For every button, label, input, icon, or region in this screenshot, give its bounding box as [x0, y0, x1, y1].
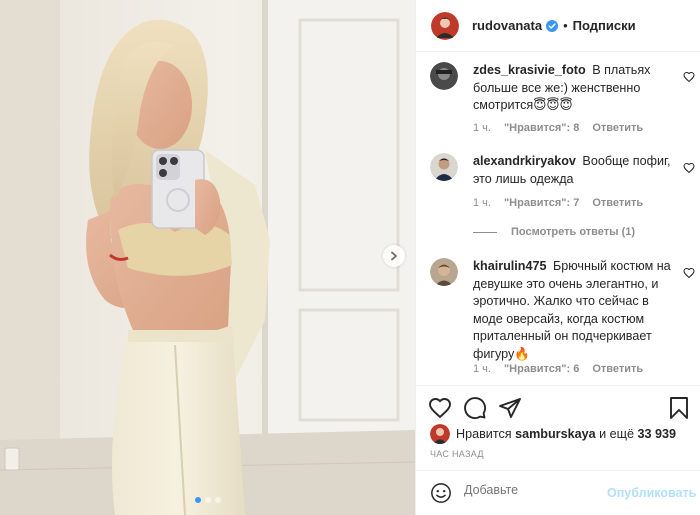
comment-icon[interactable]: [463, 396, 487, 420]
heart-icon[interactable]: [683, 71, 695, 83]
post-time: ЧАС НАЗАД: [430, 449, 484, 459]
comment-meta: 1 ч. "Нравится": 6 Ответить: [473, 363, 643, 375]
liker-avatar: [430, 424, 450, 444]
publish-button[interactable]: Опубликовать: [607, 486, 696, 500]
view-replies-label: Посмотреть ответы (1): [511, 226, 636, 238]
carousel-dot: [204, 497, 211, 503]
avatar-icon: [430, 424, 450, 444]
heart-icon[interactable]: [428, 396, 452, 420]
comment-time: 1 ч.: [473, 197, 491, 209]
comment-username[interactable]: zdes_krasivie_foto: [473, 63, 586, 77]
verified-badge-icon: [546, 19, 559, 32]
bookmark-icon[interactable]: [667, 396, 691, 420]
header-separator: •: [563, 18, 568, 33]
comment-likes[interactable]: "Нравится": 7: [504, 197, 579, 209]
post-header: rudovanata • Подписки: [416, 0, 700, 52]
avatar-icon: [430, 153, 458, 181]
reply-button[interactable]: Ответить: [592, 197, 643, 209]
avatar-icon: [430, 258, 458, 286]
instagram-post: rudovanata • Подписки zdes_krasivie_foto…: [0, 0, 700, 515]
view-replies-button[interactable]: Посмотреть ответы (1): [473, 226, 635, 238]
likes-count[interactable]: 33 939: [638, 427, 677, 441]
comment-text: Брючный костюм на девушке это очень элег…: [473, 259, 671, 361]
comment-composer: Опубликовать: [416, 470, 700, 515]
comment-meta: 1 ч. "Нравится": 8 Ответить: [473, 122, 643, 134]
likes-summary[interactable]: Нравится samburskaya и ещё 33 939: [430, 424, 676, 444]
comment-text-block: alexandrkiryakov Вообще пофиг, это лишь …: [473, 153, 678, 188]
comment-likes[interactable]: "Нравится": 8: [504, 122, 579, 134]
comment-text-block: zdes_krasivie_foto В платьях больше все …: [473, 62, 678, 115]
comment-username[interactable]: alexandrkiryakov: [473, 154, 576, 168]
comment-likes[interactable]: "Нравится": 6: [504, 363, 579, 375]
author-username[interactable]: rudovanata: [472, 18, 542, 33]
likes-middle: и ещё: [599, 427, 634, 441]
reply-button[interactable]: Ответить: [592, 363, 643, 375]
comment-username[interactable]: khairulin475: [473, 259, 547, 273]
carousel-indicator: [0, 497, 415, 503]
carousel-dot: [214, 497, 221, 503]
replies-divider: [473, 231, 497, 233]
liker-username[interactable]: samburskaya: [515, 427, 596, 441]
comment-time: 1 ч.: [473, 122, 491, 134]
post-side-panel: rudovanata • Подписки zdes_krasivie_foto…: [415, 0, 700, 515]
carousel-dot-active: [194, 497, 201, 503]
commenter-avatar[interactable]: [430, 62, 458, 90]
avatar-icon: [430, 62, 458, 90]
chevron-right-icon: [391, 251, 397, 261]
comment-meta: 1 ч. "Нравится": 7 Ответить: [473, 197, 643, 209]
next-photo-button[interactable]: [383, 245, 405, 267]
commenter-avatar[interactable]: [430, 153, 458, 181]
comment-text-block: khairulin475 Брючный костюм на девушке э…: [473, 258, 678, 363]
smiley-icon[interactable]: [430, 482, 452, 504]
reply-button[interactable]: Ответить: [592, 122, 643, 134]
comments-list[interactable]: zdes_krasivie_foto В платьях больше все …: [416, 52, 700, 385]
commenter-avatar[interactable]: [430, 258, 458, 286]
paper-plane-icon[interactable]: [498, 396, 522, 420]
comment-input[interactable]: [464, 483, 604, 497]
post-photo[interactable]: [0, 0, 415, 515]
comment-time: 1 ч.: [473, 363, 491, 375]
author-avatar[interactable]: [431, 11, 459, 40]
heart-icon[interactable]: [683, 162, 695, 174]
mirror-selfie-image: [0, 0, 415, 515]
likes-prefix: Нравится: [456, 427, 512, 441]
following-button[interactable]: Подписки: [573, 18, 636, 33]
avatar-icon: [431, 11, 459, 40]
heart-icon[interactable]: [683, 267, 695, 279]
action-bar: [416, 385, 700, 429]
